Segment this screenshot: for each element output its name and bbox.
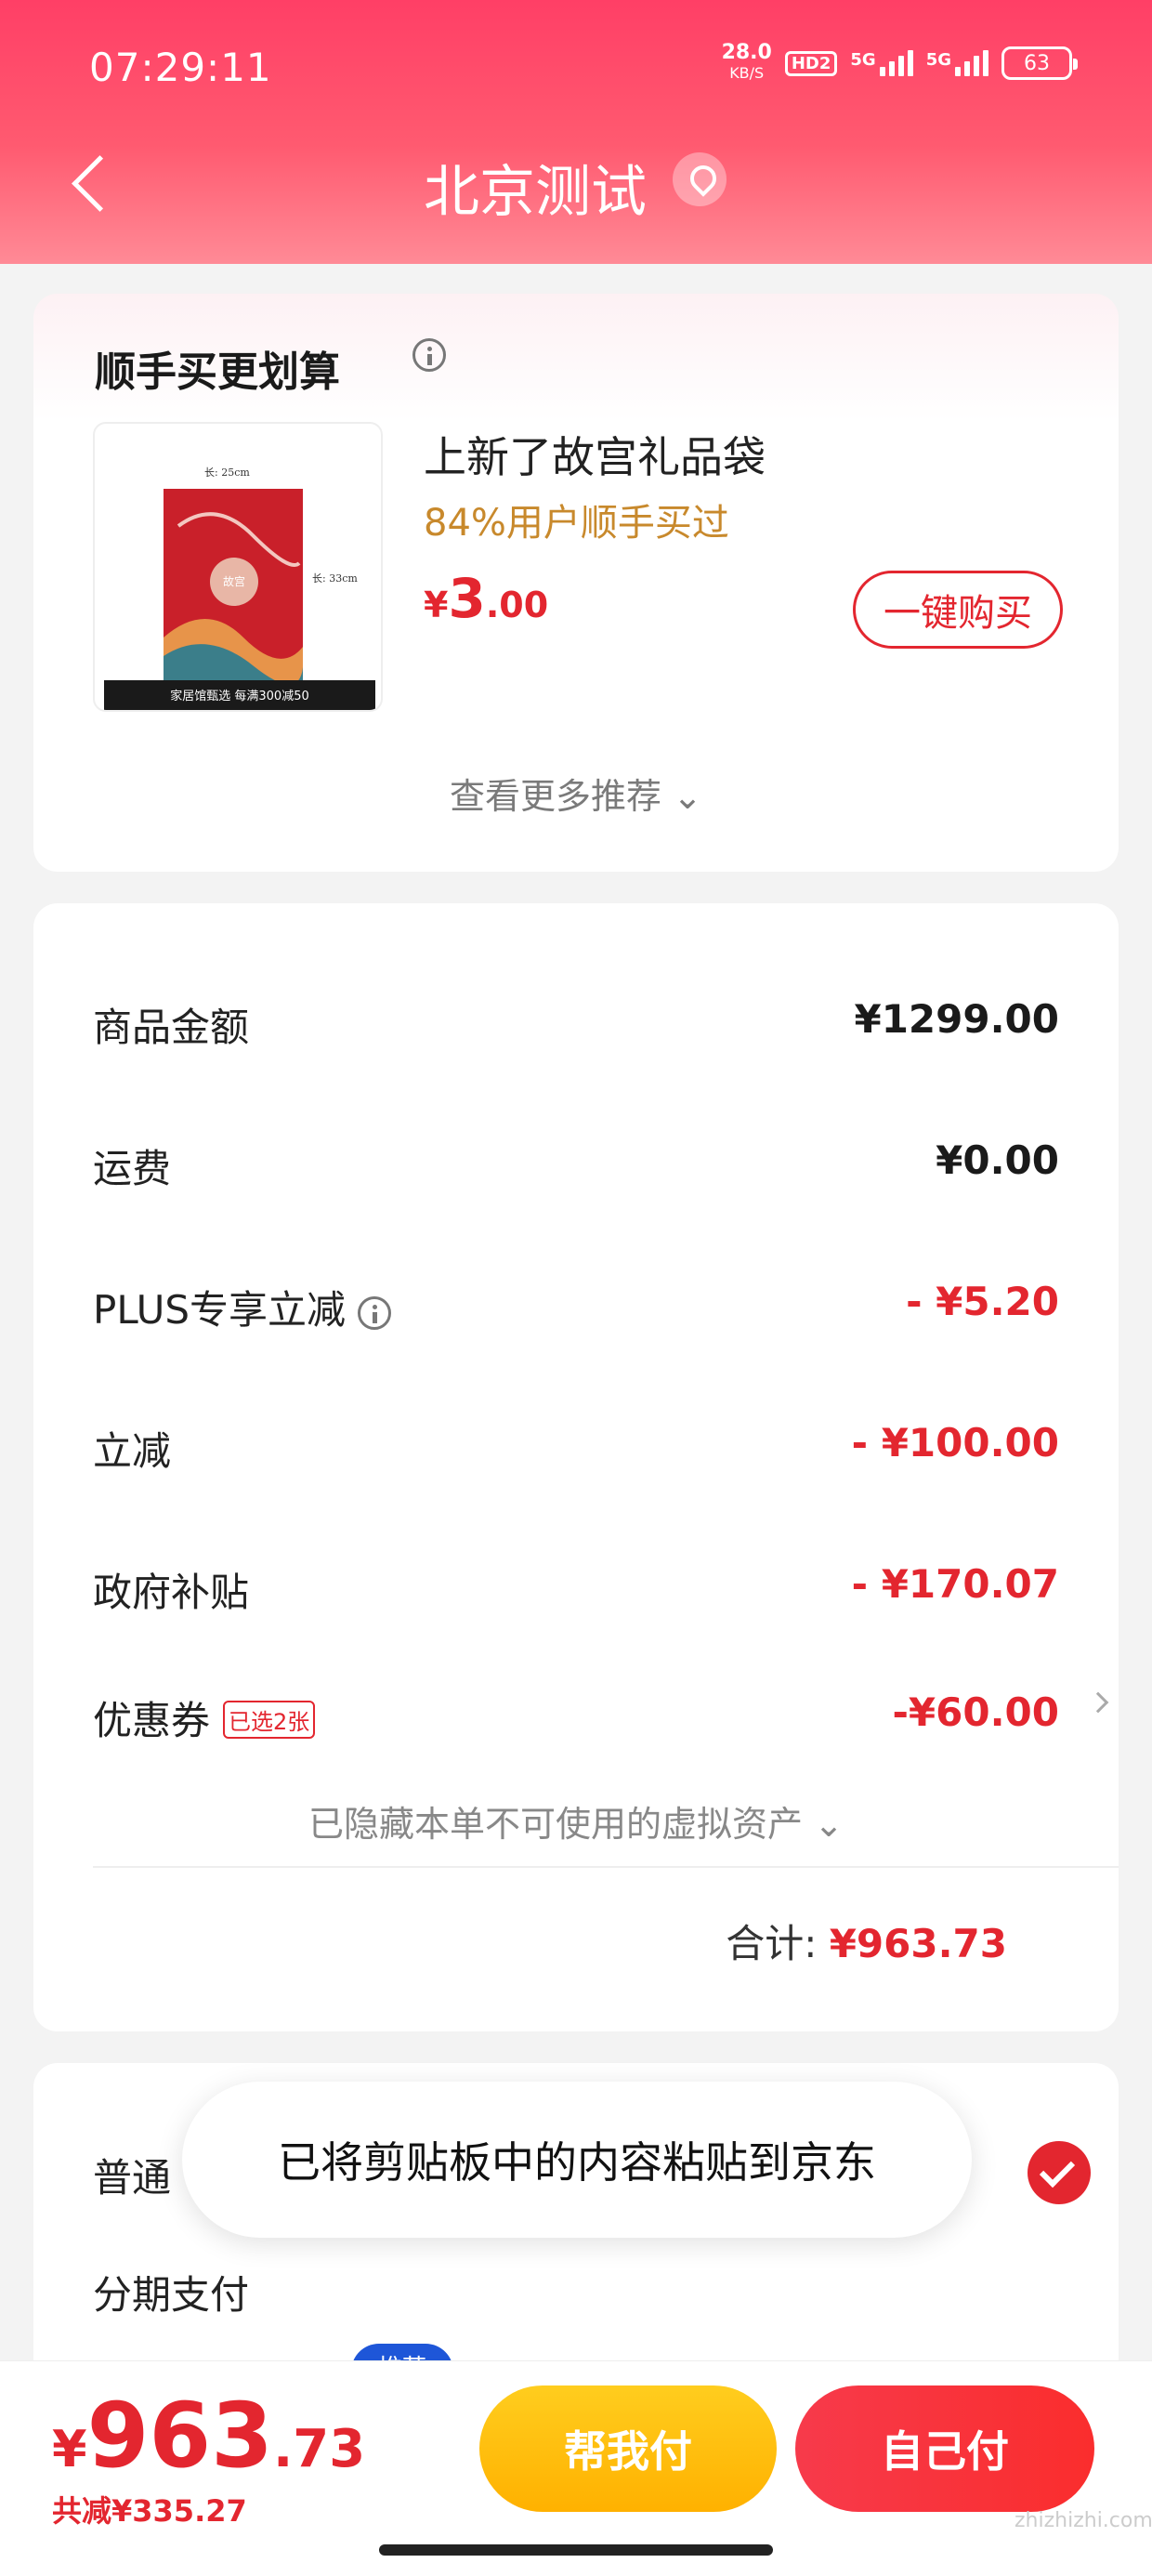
img-banner: 家居馆甄选 每满300减50 [170, 689, 309, 703]
img-size-side: 长: 33cm [312, 572, 358, 585]
total-line: 合计: ¥963.73 [726, 1921, 1007, 1966]
total-saved: 共减¥335.27 [52, 2493, 247, 2529]
summary-row-plus: PLUS专享立减 - ¥5.20 [93, 1279, 1059, 1333]
info-icon[interactable] [358, 1295, 392, 1330]
back-icon[interactable] [61, 149, 117, 223]
header-bar: 07:29:11 28.0 KB/S HD2 5G 5G 63 北京测试 [0, 0, 1152, 264]
coupon-count-badge: 已选2张 [223, 1701, 316, 1739]
status-time: 07:29:11 [89, 45, 272, 90]
price-summary-card: 商品金额 ¥1299.00 运费 ¥0.00 PLUS专享立减 - ¥5.20 … [33, 903, 1119, 2031]
page-title: 北京测试 [424, 160, 647, 225]
product-name[interactable]: 上新了故宫礼品袋 [424, 424, 766, 485]
payment-option-normal[interactable]: 普通 [93, 2147, 171, 2203]
product-price: ¥3.00 [424, 567, 549, 630]
clipboard-toast: 已将剪贴板中的内容粘贴到京东 [182, 2082, 972, 2238]
summary-row-subsidy: 政府补贴 - ¥170.07 [93, 1561, 1059, 1615]
location-pin-icon[interactable] [673, 152, 727, 206]
recommend-card: 顺手买更划算 长: 25cm 故宫 长: 33cm 家居馆甄选 每满300减50… [33, 294, 1119, 872]
more-recommend-link[interactable]: 查看更多推荐 ⌄ [33, 768, 1119, 819]
product-popularity: 84%用户顺手买过 [424, 502, 729, 545]
summary-row-shipping: 运费 ¥0.00 [93, 1137, 1059, 1191]
battery-icon: 63 [1001, 46, 1078, 80]
hd-icon: HD2 [784, 50, 838, 76]
one-click-buy-button[interactable]: 一键购买 [853, 571, 1063, 649]
product-image[interactable]: 长: 25cm 故宫 长: 33cm 家居馆甄选 每满300减50 [93, 422, 383, 712]
hidden-assets-toggle[interactable]: 已隐藏本单不可使用的虚拟资产 ⌄ [33, 1795, 1119, 1847]
gift-bag-image: 长: 25cm 故宫 长: 33cm 家居馆甄选 每满300减50 [104, 467, 375, 710]
total-price: ¥963.73 [52, 2384, 366, 2488]
summary-row-discount: 立减 - ¥100.00 [93, 1420, 1059, 1474]
signal-icon: 5G [850, 50, 913, 76]
signal-icon-2: 5G [926, 50, 988, 76]
img-brand: 故宫 [223, 574, 245, 588]
help-me-pay-button[interactable]: 帮我付 [479, 2385, 777, 2512]
summary-row-goods: 商品金额 ¥1299.00 [93, 996, 1059, 1050]
watermark: zhizhizhi.com [1015, 2509, 1152, 2532]
home-indicator[interactable] [379, 2544, 773, 2556]
status-icons: 28.0 KB/S HD2 5G 5G 63 [721, 41, 1078, 84]
recommend-title: 顺手买更划算 [95, 348, 340, 396]
chevron-right-icon [1087, 1691, 1109, 1714]
payment-option-installment[interactable]: 分期支付 [93, 2264, 249, 2320]
img-size-top: 长: 25cm [204, 467, 250, 479]
check-icon[interactable] [1028, 2141, 1091, 2204]
info-icon[interactable] [412, 338, 446, 372]
pay-myself-button[interactable]: 自己付 [795, 2385, 1094, 2512]
divider [93, 1866, 1119, 1868]
net-speed: 28.0 KB/S [721, 41, 772, 83]
summary-row-coupon[interactable]: 优惠券 已选2张 -¥60.00 [93, 1678, 1109, 1753]
